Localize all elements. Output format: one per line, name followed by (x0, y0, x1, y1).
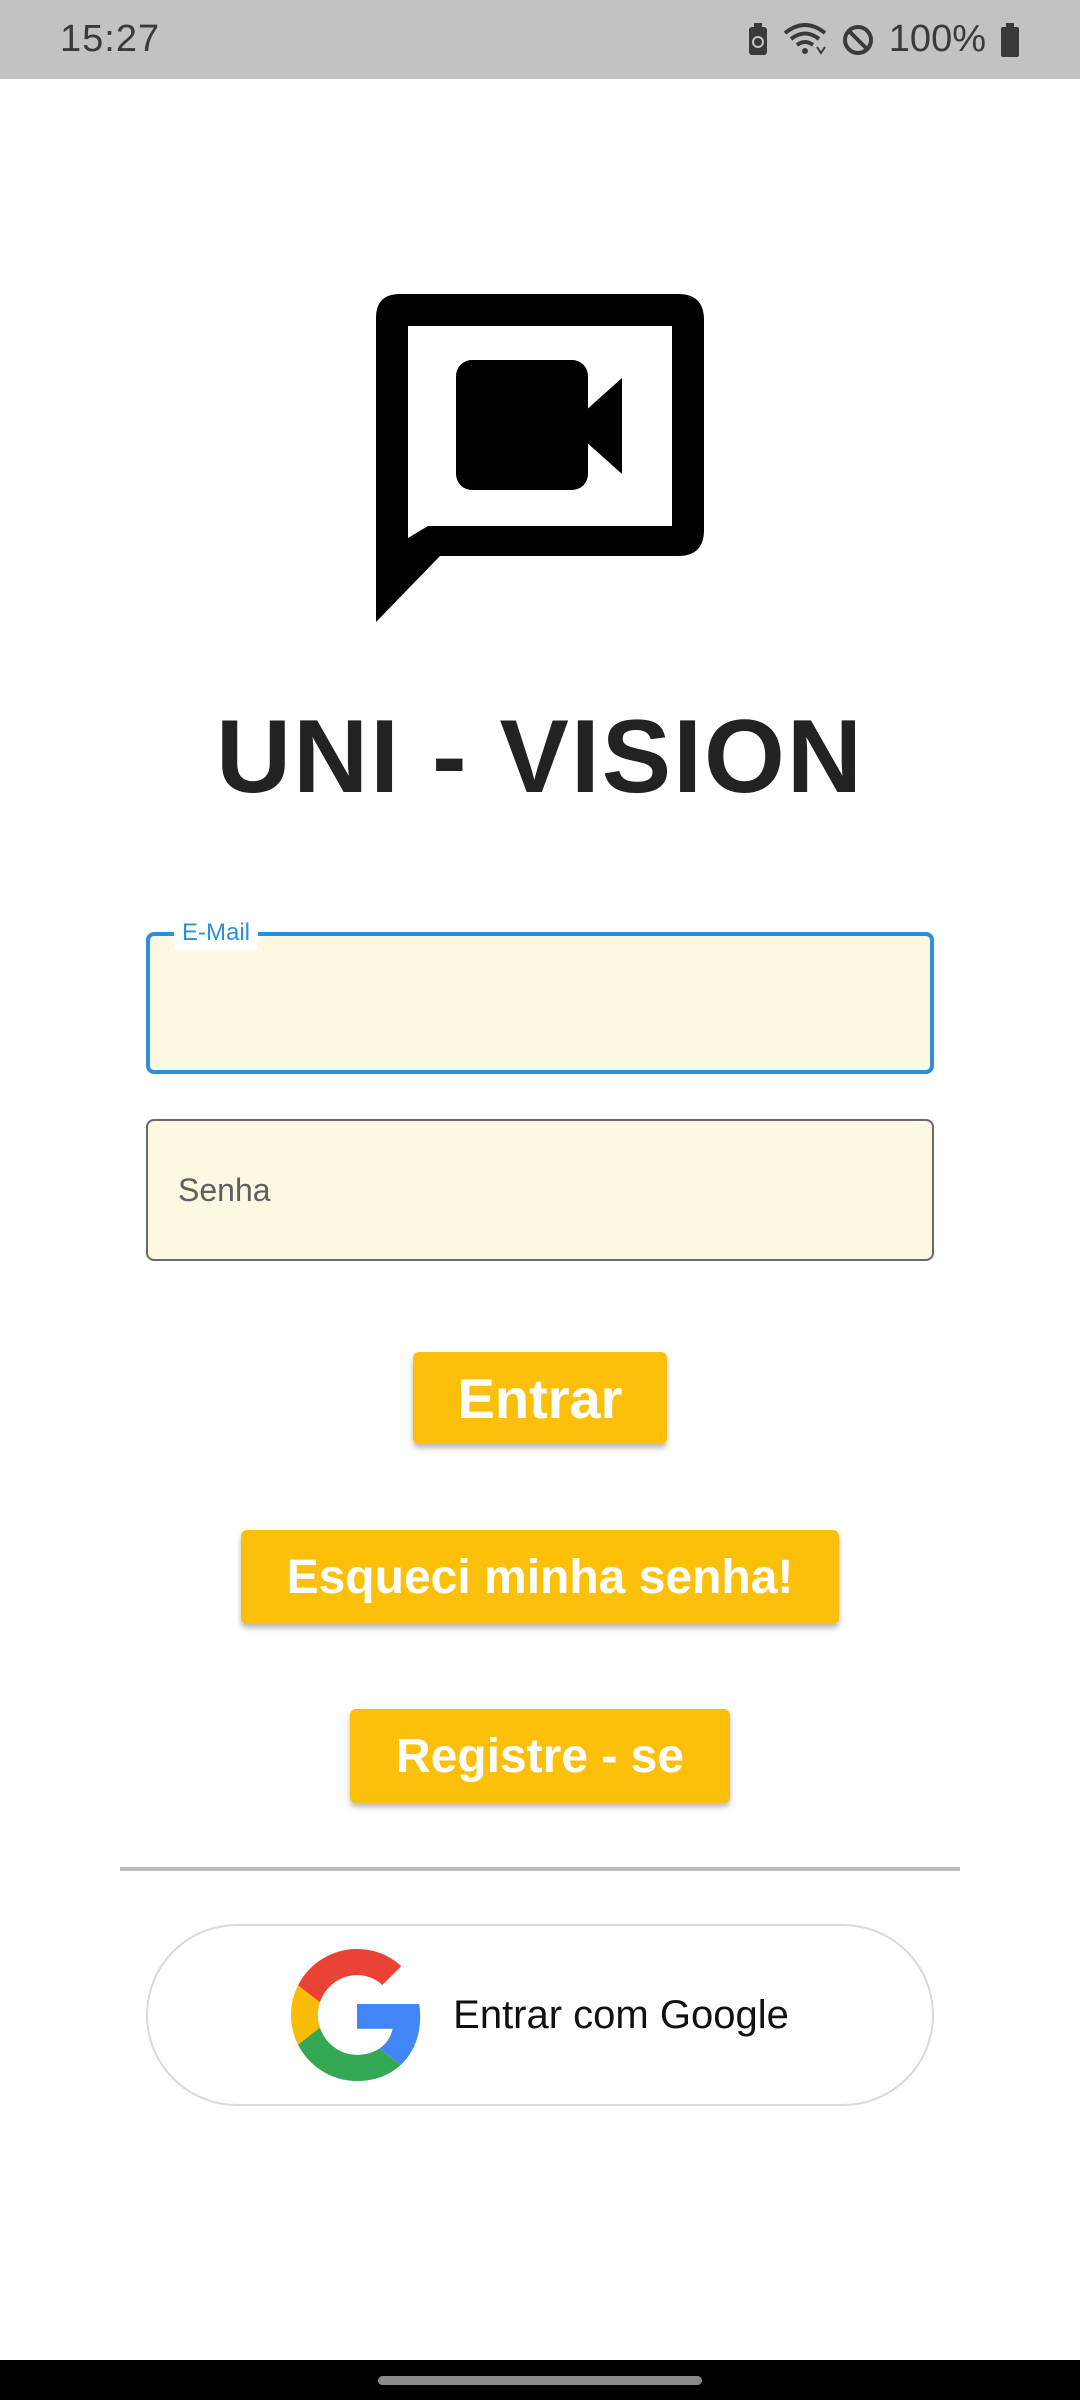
register-button[interactable]: Registre - se (350, 1709, 730, 1803)
battery-percent: 100% (888, 18, 986, 60)
app-title: UNI - VISION (215, 699, 865, 815)
email-field[interactable]: E-Mail (146, 916, 934, 1074)
status-icons: 100% (747, 18, 1020, 61)
google-logo-icon (291, 1949, 423, 2081)
google-sign-in-button[interactable]: Entrar com Google (146, 1924, 934, 2106)
divider (120, 1867, 960, 1871)
google-sign-in-label: Entrar com Google (453, 1992, 789, 2037)
video-chat-icon (376, 294, 704, 622)
status-bar: 15:27 100% (0, 0, 1080, 79)
email-input[interactable] (150, 936, 930, 1070)
status-time: 15:27 (60, 18, 161, 60)
password-field[interactable] (146, 1119, 934, 1261)
battery-saver-icon (747, 22, 769, 57)
do-not-disturb-icon (841, 23, 875, 57)
wifi-icon (783, 22, 827, 57)
home-gesture-handle[interactable] (378, 2376, 702, 2385)
password-input[interactable] (148, 1121, 932, 1259)
login-button[interactable]: Entrar (413, 1352, 667, 1444)
battery-icon (1000, 22, 1020, 57)
forgot-password-button[interactable]: Esqueci minha senha! (241, 1530, 839, 1624)
